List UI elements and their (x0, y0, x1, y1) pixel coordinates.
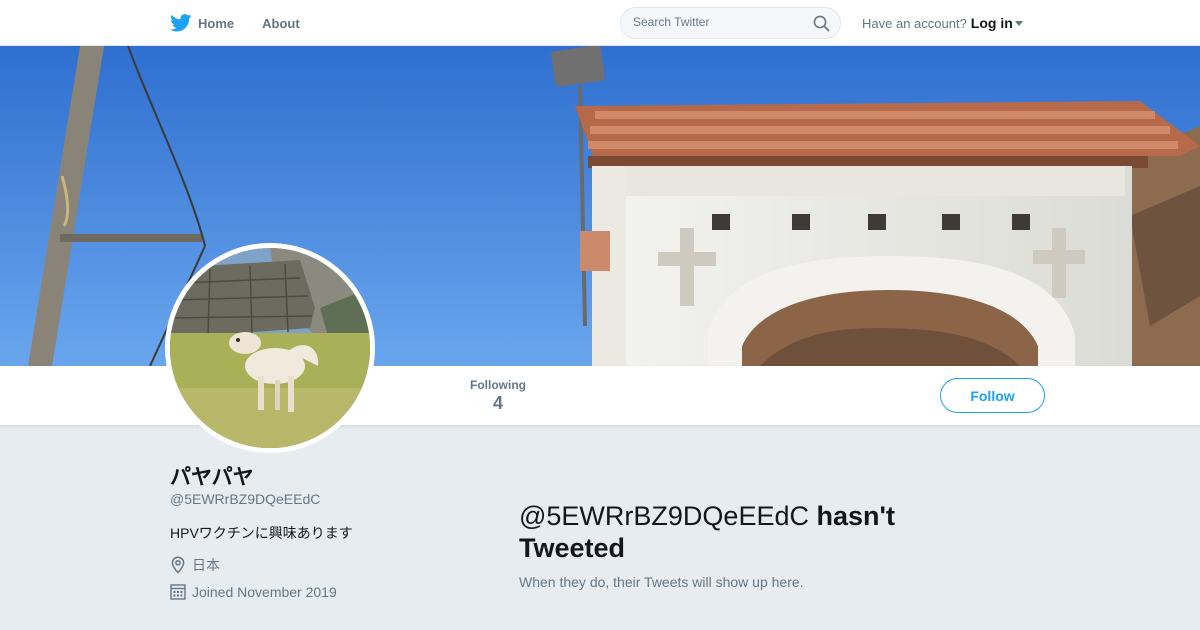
avatar[interactable] (165, 243, 375, 453)
following-stat[interactable]: Following 4 (470, 378, 526, 414)
profile-location: 日本 (170, 555, 220, 575)
nav-about-link[interactable]: About (262, 16, 300, 31)
search-icon[interactable] (813, 15, 830, 37)
avatar-illustration (170, 248, 370, 448)
nav-home-label: Home (198, 15, 235, 31)
profile-joined-text: Joined November 2019 (192, 583, 337, 600)
top-navigation-bar: Home About Have an account? Log in (0, 0, 1200, 46)
nav-about-label: About (262, 15, 300, 31)
empty-timeline-subtext: When they do, their Tweets will show up … (519, 574, 804, 590)
login-label: Log in (970, 15, 1013, 31)
profile-joined: Joined November 2019 (170, 583, 337, 600)
account-area: Have an account? Log in (862, 0, 1023, 46)
caret-down-icon (1014, 20, 1023, 26)
following-count: 4 (492, 393, 503, 413)
empty-timeline-title: @5EWRrBZ9DQeEEdC hasn't Tweeted (519, 500, 949, 564)
search-box[interactable] (620, 7, 841, 39)
account-prompt: Have an account? (862, 15, 967, 31)
profile-handle: @5EWRrBZ9DQeEEdC (170, 491, 321, 507)
search-input[interactable] (633, 15, 803, 29)
empty-timeline-handle: @5EWRrBZ9DQeEEdC (519, 501, 809, 531)
twitter-bird-icon (170, 14, 192, 32)
profile-display-name: パヤパヤ (170, 466, 254, 489)
nav-left: Home About (170, 0, 328, 46)
following-label: Following (470, 378, 526, 392)
location-pin-icon (171, 556, 185, 574)
nav-home-link[interactable]: Home (170, 14, 234, 32)
calendar-icon (170, 584, 186, 600)
profile-location-text: 日本 (192, 557, 220, 573)
login-button[interactable]: Log in (971, 15, 1023, 31)
profile-bio: HPVワクチンに興味あります (170, 525, 353, 541)
follow-button[interactable]: Follow (940, 378, 1045, 413)
